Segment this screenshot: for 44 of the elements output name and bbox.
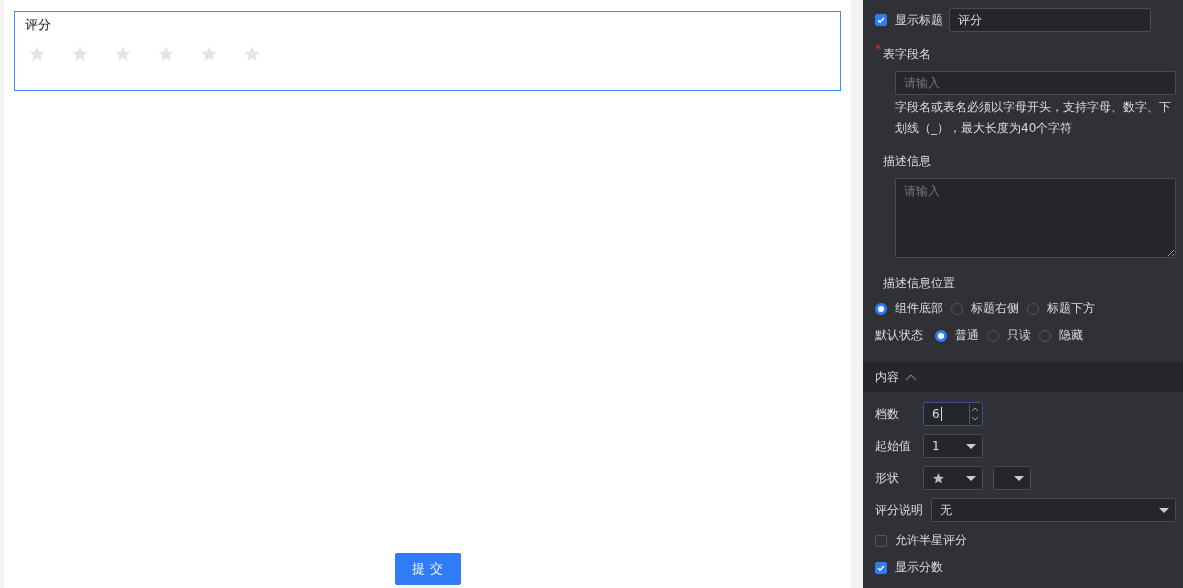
checkbox-label: 允许半星评分 <box>895 532 967 549</box>
field-label: 默认状态 <box>875 327 923 344</box>
star-icon[interactable] <box>243 45 261 63</box>
radio-button[interactable] <box>935 329 947 342</box>
rating-note-select[interactable]: 无 <box>931 498 1176 522</box>
radio-label: 只读 <box>1007 327 1031 344</box>
field-label: 形状 <box>875 469 900 487</box>
number-input[interactable]: 6 <box>923 402 983 426</box>
start-value-select[interactable]: 1 <box>923 434 983 458</box>
radio-label: 隐藏 <box>1059 327 1083 344</box>
star-icon[interactable] <box>71 45 89 63</box>
star-icon[interactable] <box>157 45 175 63</box>
field-label: 评分说明 <box>875 501 924 519</box>
field-label: 评分 <box>25 16 52 34</box>
color-select[interactable] <box>993 466 1031 490</box>
field-name-input[interactable]: 请输入 <box>895 71 1176 95</box>
title-input[interactable]: 评分 <box>949 8 1151 32</box>
radio-label: 普通 <box>955 327 979 344</box>
radio-label: 标题右侧 <box>971 300 1019 317</box>
submit-button[interactable]: 提 交 <box>394 553 461 585</box>
radio-label: 标题下方 <box>1047 300 1095 317</box>
description-textarea[interactable]: 请输入 <box>895 178 1176 258</box>
field-label: 描述信息 <box>882 153 932 170</box>
star-icon[interactable] <box>114 45 132 63</box>
field-label: 描述信息位置 <box>882 275 956 292</box>
checkbox[interactable] <box>875 14 887 26</box>
star-icon <box>932 471 945 485</box>
checkbox-label: 显示标题 <box>895 11 943 29</box>
radio-button[interactable] <box>875 302 887 315</box>
star-icon[interactable] <box>200 45 218 63</box>
checkbox[interactable] <box>875 534 887 547</box>
chevron-icon[interactable] <box>905 373 917 381</box>
required-mark: * <box>875 42 881 56</box>
radio-label: 组件底部 <box>895 300 943 317</box>
hint-text: 字段名或表名必须以字母开头，支持字母、数字、下划线（_），最大长度为40个字符 <box>895 99 1172 137</box>
shape-select[interactable] <box>923 466 983 490</box>
field-label: 档数 <box>875 405 900 423</box>
star-icon[interactable] <box>28 45 46 63</box>
checkbox-label: 显示分数 <box>895 559 943 576</box>
field-label: 起始值 <box>875 437 912 455</box>
field-label: 表字段名 <box>883 47 931 61</box>
section-title: 内容 <box>875 368 899 386</box>
rating-field-card[interactable]: 评分 <box>14 11 841 91</box>
checkbox[interactable] <box>875 561 887 574</box>
